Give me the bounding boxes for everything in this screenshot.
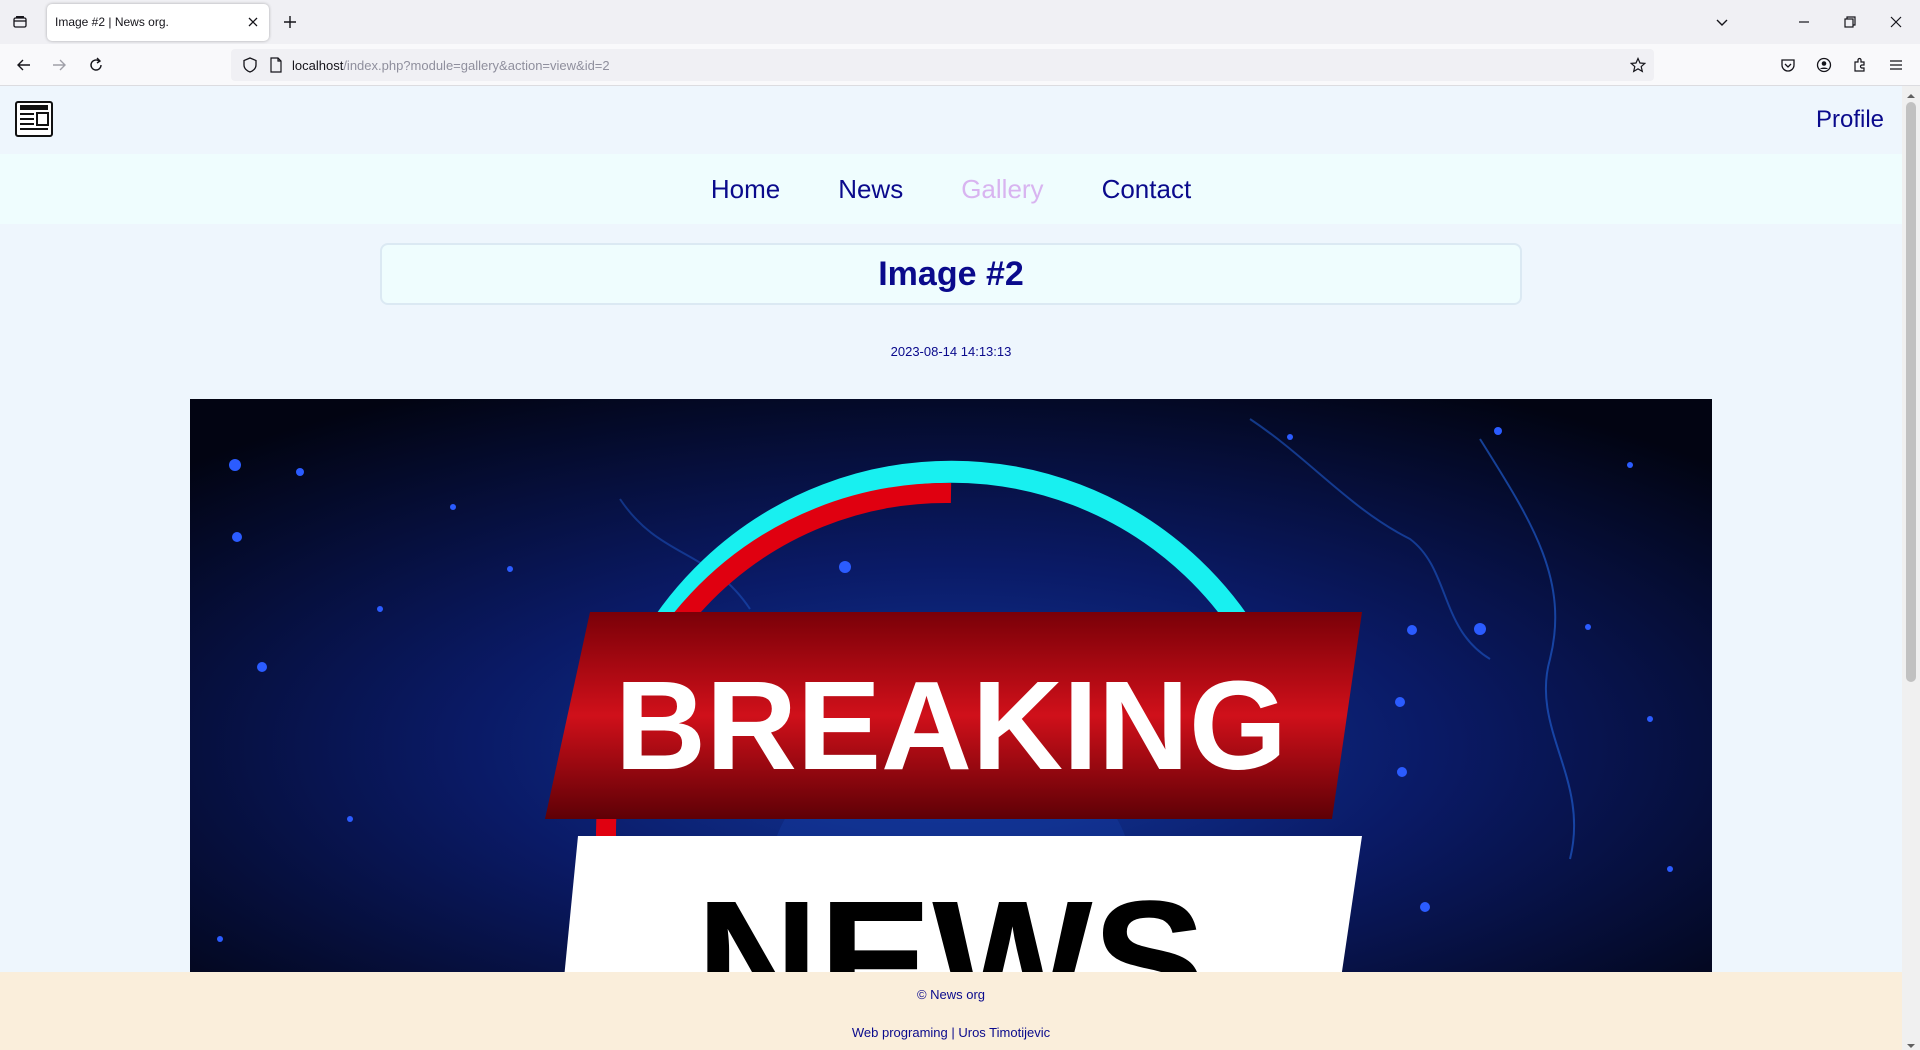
- close-tab-icon[interactable]: [245, 14, 261, 30]
- bookmark-star-icon[interactable]: [1629, 57, 1647, 78]
- tab-overflow-chevron-icon[interactable]: [1710, 10, 1734, 34]
- pocket-icon[interactable]: [1776, 53, 1800, 77]
- browser-nav-bar: localhost/index.php?module=gallery&actio…: [0, 44, 1920, 86]
- site-footer: © News org Web programing | Uros Timotij…: [0, 972, 1902, 1050]
- news-text: NEWS: [696, 866, 1206, 979]
- main-menu: Home News Gallery Contact: [0, 154, 1902, 224]
- page-title: Image #2: [878, 254, 1024, 293]
- news-logo-icon[interactable]: [14, 100, 54, 138]
- hamburger-menu-icon[interactable]: [1884, 53, 1908, 77]
- back-icon[interactable]: [12, 53, 36, 77]
- menu-item-contact[interactable]: Contact: [1102, 174, 1192, 205]
- tab-title: Image #2 | News org.: [55, 15, 169, 29]
- restore-icon[interactable]: [1838, 10, 1862, 34]
- image-title-box: Image #2: [380, 243, 1522, 305]
- tab-list-icon[interactable]: [8, 10, 32, 34]
- page-scrollbar[interactable]: [1902, 86, 1920, 1050]
- scroll-up-arrow-icon[interactable]: [1906, 88, 1916, 98]
- url-bar[interactable]: localhost/index.php?module=gallery&actio…: [231, 49, 1654, 81]
- menu-item-gallery[interactable]: Gallery: [961, 174, 1043, 205]
- page-content: Profile Home News Gallery Contact Image …: [0, 86, 1902, 1050]
- extensions-icon[interactable]: [1848, 53, 1872, 77]
- scroll-down-arrow-icon[interactable]: [1906, 1038, 1916, 1048]
- page-info-icon[interactable]: [268, 57, 284, 78]
- url-host: localhost: [292, 58, 344, 73]
- profile-link[interactable]: Profile: [1816, 106, 1884, 134]
- footer-credit: Web programing | Uros Timotijevic: [851, 1025, 1051, 1040]
- shield-icon[interactable]: [242, 57, 258, 78]
- new-tab-icon[interactable]: [280, 12, 300, 32]
- close-window-icon[interactable]: [1884, 10, 1908, 34]
- gallery-image: BREAKING NEWS: [190, 399, 1712, 979]
- scrollbar-thumb[interactable]: [1906, 102, 1916, 682]
- browser-tab[interactable]: Image #2 | News org.: [47, 4, 269, 41]
- url-path: /index.php?module=gallery&action=view&id…: [343, 58, 610, 73]
- breaking-text: BREAKING: [615, 655, 1287, 796]
- image-date: 2023-08-14 14:13:13: [890, 344, 1012, 359]
- url-text[interactable]: localhost/index.php?module=gallery&actio…: [292, 58, 610, 73]
- minimize-icon[interactable]: [1792, 10, 1816, 34]
- menu-item-home[interactable]: Home: [711, 174, 780, 205]
- browser-tab-bar: Image #2 | News org.: [0, 0, 1920, 44]
- forward-icon[interactable]: [47, 53, 71, 77]
- account-icon[interactable]: [1812, 53, 1836, 77]
- reload-icon[interactable]: [84, 53, 108, 77]
- footer-copyright: © News org: [916, 987, 986, 1002]
- site-header: Profile: [0, 86, 1902, 154]
- menu-item-news[interactable]: News: [838, 174, 903, 205]
